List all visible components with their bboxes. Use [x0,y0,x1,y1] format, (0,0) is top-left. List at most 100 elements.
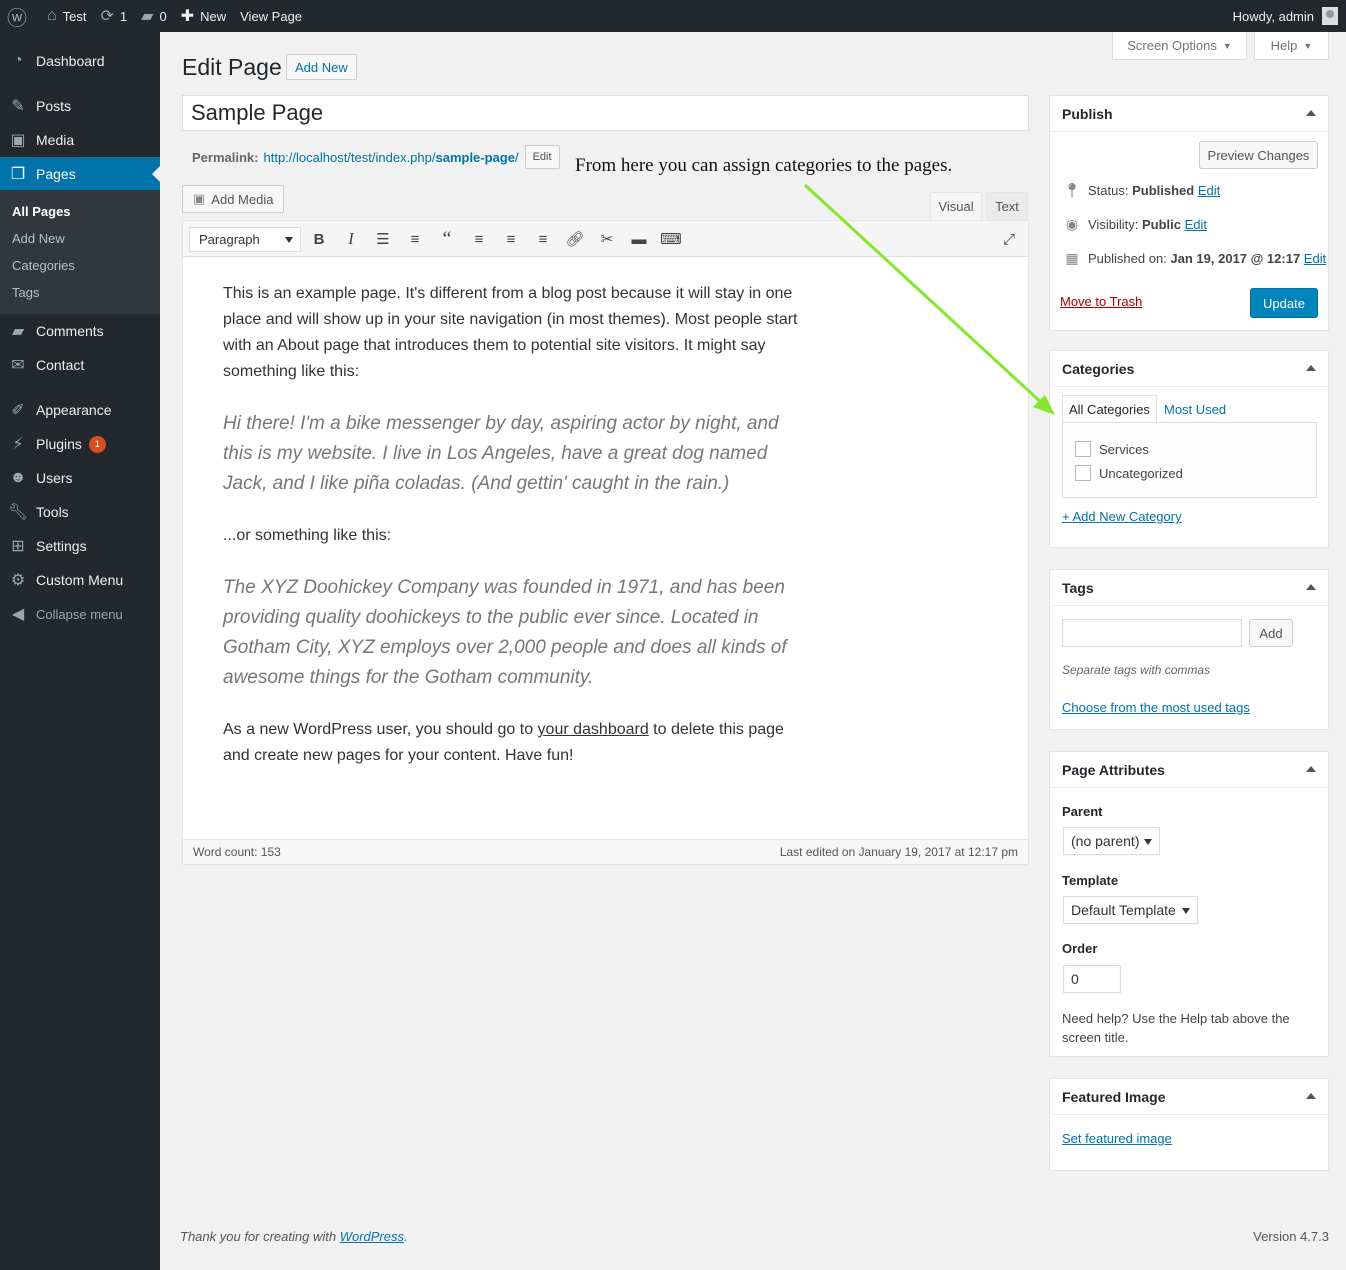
sidebar-item-users[interactable]: ☻ Users [0,461,160,495]
move-to-trash-link[interactable]: Move to Trash [1060,294,1142,309]
updates-link[interactable]: ⟳ 1 [94,0,135,32]
settings-icon: ⊞ [11,538,25,555]
sidebar-item-comments[interactable]: ▰ Comments [0,314,160,348]
submenu-tags[interactable]: Tags [12,285,39,300]
page-attributes-header[interactable]: Page Attributes [1050,752,1328,788]
preview-changes-button[interactable]: Preview Changes [1199,141,1318,169]
new-tag-input[interactable] [1062,619,1242,647]
view-page-link[interactable]: View Page [233,0,309,32]
tab-all-categories[interactable]: All Categories [1062,395,1157,423]
sidebar-item-dashboard[interactable]: ◔ Dashboard [0,44,160,78]
category-item-services[interactable]: Services [1075,441,1149,457]
post-title-input[interactable]: Sample Page [182,95,1029,131]
parent-select[interactable]: (no parent) [1063,827,1160,855]
add-new-page-button[interactable]: Add New [286,54,357,80]
link-icon[interactable]: 🔗︎ [564,229,586,249]
collapse-toggle-icon[interactable] [1306,584,1316,590]
published-label: Published on: [1088,251,1167,266]
content-editor: Paragraph B I ☰ ≡ “ ≡ ≡ ≡ 🔗︎ ✂ ▬ ⌨ ⤢ Thi… [182,220,1029,865]
editor-statusbar: Word count: 153 Last edited on January 1… [183,839,1028,864]
update-button[interactable]: Update [1250,288,1318,318]
sidebar-item-contact[interactable]: ✉ Contact [0,348,160,382]
visibility-row: ◉ Visibility: Public Edit [1062,216,1207,233]
parent-label: Parent [1062,804,1103,819]
align-center-icon[interactable]: ≡ [500,229,522,249]
tab-visual[interactable]: Visual [930,192,982,220]
help-button[interactable]: Help ▼ [1254,32,1329,60]
collapse-toggle-icon[interactable] [1306,766,1316,772]
caret-down-icon: ▼ [1222,40,1232,51]
edit-date-link[interactable]: Edit [1304,251,1326,266]
edit-status-link[interactable]: Edit [1198,183,1220,198]
read-more-icon[interactable]: ▬ [628,229,650,249]
content-paragraph: As a new WordPress user, you should go t… [223,717,813,769]
featured-image-header[interactable]: Featured Image [1050,1079,1328,1115]
my-account-menu[interactable]: Howdy, admin [1233,0,1338,32]
sidebar-item-label: Dashboard [36,53,105,69]
bulleted-list-icon[interactable]: ☰ [372,229,394,249]
category-checkbox[interactable] [1075,441,1091,457]
permalink-link[interactable]: http://localhost/test/index.php/sample-p… [263,150,518,165]
order-input[interactable]: 0 [1063,965,1121,993]
sidebar-item-tools[interactable]: 🔧︎ Tools [0,495,160,529]
numbered-list-icon[interactable]: ≡ [404,229,426,249]
collapse-toggle-icon[interactable] [1306,365,1316,371]
sidebar-item-media[interactable]: ▣ Media [0,123,160,157]
submenu-categories[interactable]: Categories [12,258,75,273]
sidebar-item-posts[interactable]: ✎ Posts [0,89,160,123]
media-icon: ▣ [193,191,206,206]
sidebar-item-label: Plugins [36,436,82,452]
add-media-button[interactable]: ▣ Add Media [182,185,285,213]
edit-visibility-link[interactable]: Edit [1185,217,1207,232]
align-right-icon[interactable]: ≡ [532,229,554,249]
format-select[interactable]: Paragraph [189,227,301,252]
permalink-row: Permalink: http://localhost/test/index.p… [192,145,560,169]
sidebar-item-label: Users [36,470,73,486]
add-new-category-link[interactable]: + Add New Category [1062,509,1182,524]
submenu-add-new[interactable]: Add New [12,231,65,246]
pin-icon: 📍︎ [1063,182,1081,198]
align-left-icon[interactable]: ≡ [468,229,490,249]
add-tag-button[interactable]: Add [1249,619,1293,647]
categories-box-header[interactable]: Categories [1050,351,1328,387]
edit-slug-button[interactable]: Edit [524,145,560,169]
sidebar-item-pages[interactable]: ❐ Pages [0,157,160,191]
set-featured-image-link[interactable]: Set featured image [1062,1131,1172,1146]
footer-text: . [404,1229,408,1244]
visibility-label: Visibility: [1088,217,1139,232]
screen-options-button[interactable]: Screen Options ▼ [1112,32,1247,60]
tags-box-header[interactable]: Tags [1050,570,1328,606]
format-select-value: Paragraph [199,232,260,247]
submenu-all-pages[interactable]: All Pages [12,204,71,219]
sidebar-item-custom-menu[interactable]: ⚙ Custom Menu [0,563,160,597]
collapse-menu-button[interactable]: ◀ Collapse menu [0,597,160,631]
italic-icon[interactable]: I [340,229,362,249]
sidebar-item-appearance[interactable]: ✐ Appearance [0,393,160,427]
unlink-icon[interactable]: ✂ [596,229,618,249]
sidebar-item-settings[interactable]: ⊞ Settings [0,529,160,563]
content-quote: Hi there! I'm a bike messenger by day, a… [223,413,779,494]
comment-icon: ▰ [141,8,154,25]
collapse-toggle-icon[interactable] [1306,110,1316,116]
tab-text[interactable]: Text [986,192,1028,220]
wordpress-link[interactable]: WordPress [340,1229,404,1244]
blockquote-icon[interactable]: “ [436,228,458,250]
sidebar-item-plugins[interactable]: ⚡ Plugins 1 [0,427,160,461]
site-name-link[interactable]: ⌂ Test [40,0,94,32]
template-select[interactable]: Default Template [1063,896,1198,924]
toolbar-toggle-icon[interactable]: ⌨ [660,229,682,249]
new-content-link[interactable]: ✚ New [174,0,233,32]
choose-tags-link[interactable]: Choose from the most used tags [1062,700,1250,715]
wordpress-logo-menu[interactable]: ⓦ [0,0,40,32]
editor-content[interactable]: This is an example page. It's different … [223,281,813,793]
collapse-toggle-icon[interactable] [1306,1093,1316,1099]
comments-link[interactable]: ▰ 0 [134,0,174,32]
tab-most-used[interactable]: Most Used [1158,395,1232,423]
fullscreen-icon[interactable]: ⤢ [998,229,1020,249]
bold-icon[interactable]: B [308,229,330,249]
publish-box-header[interactable]: Publish [1050,96,1328,132]
category-checkbox[interactable] [1075,465,1091,481]
dashboard-link[interactable]: your dashboard [538,721,649,738]
category-item-uncategorized[interactable]: Uncategorized [1075,465,1183,481]
published-value: Jan 19, 2017 @ 12:17 [1170,251,1301,266]
